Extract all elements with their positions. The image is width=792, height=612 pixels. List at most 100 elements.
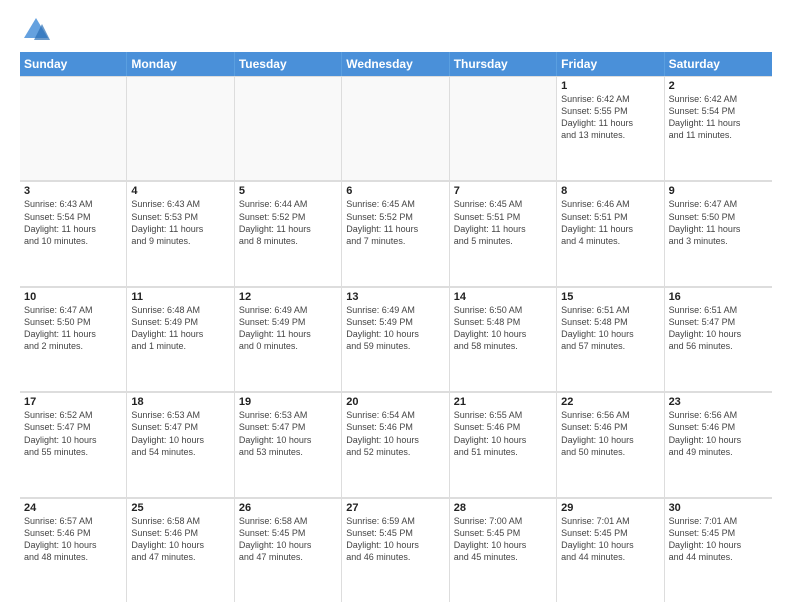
day-cell-27: 27Sunrise: 6:59 AM Sunset: 5:45 PM Dayli… bbox=[342, 498, 449, 602]
day-cell-16: 16Sunrise: 6:51 AM Sunset: 5:47 PM Dayli… bbox=[665, 287, 772, 391]
day-info: Sunrise: 7:01 AM Sunset: 5:45 PM Dayligh… bbox=[669, 515, 768, 564]
day-cell-4: 4Sunrise: 6:43 AM Sunset: 5:53 PM Daylig… bbox=[127, 181, 234, 285]
day-info: Sunrise: 6:58 AM Sunset: 5:45 PM Dayligh… bbox=[239, 515, 337, 564]
day-number: 14 bbox=[454, 291, 552, 303]
day-number: 9 bbox=[669, 185, 768, 197]
day-info: Sunrise: 6:44 AM Sunset: 5:52 PM Dayligh… bbox=[239, 198, 337, 247]
day-info: Sunrise: 6:53 AM Sunset: 5:47 PM Dayligh… bbox=[131, 409, 229, 458]
day-number: 26 bbox=[239, 502, 337, 514]
day-cell-5: 5Sunrise: 6:44 AM Sunset: 5:52 PM Daylig… bbox=[235, 181, 342, 285]
day-number: 16 bbox=[669, 291, 768, 303]
calendar-week-5: 24Sunrise: 6:57 AM Sunset: 5:46 PM Dayli… bbox=[20, 498, 772, 602]
day-cell-26: 26Sunrise: 6:58 AM Sunset: 5:45 PM Dayli… bbox=[235, 498, 342, 602]
empty-cell bbox=[342, 76, 449, 180]
day-number: 11 bbox=[131, 291, 229, 303]
day-cell-3: 3Sunrise: 6:43 AM Sunset: 5:54 PM Daylig… bbox=[20, 181, 127, 285]
day-number: 22 bbox=[561, 396, 659, 408]
calendar-week-1: 1Sunrise: 6:42 AM Sunset: 5:55 PM Daylig… bbox=[20, 76, 772, 181]
logo bbox=[20, 16, 50, 44]
day-info: Sunrise: 6:47 AM Sunset: 5:50 PM Dayligh… bbox=[24, 304, 122, 353]
day-cell-9: 9Sunrise: 6:47 AM Sunset: 5:50 PM Daylig… bbox=[665, 181, 772, 285]
day-info: Sunrise: 6:46 AM Sunset: 5:51 PM Dayligh… bbox=[561, 198, 659, 247]
day-info: Sunrise: 6:57 AM Sunset: 5:46 PM Dayligh… bbox=[24, 515, 122, 564]
day-cell-7: 7Sunrise: 6:45 AM Sunset: 5:51 PM Daylig… bbox=[450, 181, 557, 285]
day-number: 20 bbox=[346, 396, 444, 408]
day-number: 17 bbox=[24, 396, 122, 408]
header-day-saturday: Saturday bbox=[665, 52, 772, 76]
page: SundayMondayTuesdayWednesdayThursdayFrid… bbox=[0, 0, 792, 612]
day-number: 19 bbox=[239, 396, 337, 408]
day-number: 24 bbox=[24, 502, 122, 514]
day-cell-12: 12Sunrise: 6:49 AM Sunset: 5:49 PM Dayli… bbox=[235, 287, 342, 391]
day-number: 29 bbox=[561, 502, 659, 514]
day-info: Sunrise: 6:49 AM Sunset: 5:49 PM Dayligh… bbox=[239, 304, 337, 353]
day-number: 3 bbox=[24, 185, 122, 197]
day-cell-24: 24Sunrise: 6:57 AM Sunset: 5:46 PM Dayli… bbox=[20, 498, 127, 602]
day-cell-18: 18Sunrise: 6:53 AM Sunset: 5:47 PM Dayli… bbox=[127, 392, 234, 496]
day-number: 1 bbox=[561, 80, 659, 92]
day-cell-19: 19Sunrise: 6:53 AM Sunset: 5:47 PM Dayli… bbox=[235, 392, 342, 496]
empty-cell bbox=[127, 76, 234, 180]
day-cell-22: 22Sunrise: 6:56 AM Sunset: 5:46 PM Dayli… bbox=[557, 392, 664, 496]
day-cell-30: 30Sunrise: 7:01 AM Sunset: 5:45 PM Dayli… bbox=[665, 498, 772, 602]
day-info: Sunrise: 6:51 AM Sunset: 5:47 PM Dayligh… bbox=[669, 304, 768, 353]
day-cell-1: 1Sunrise: 6:42 AM Sunset: 5:55 PM Daylig… bbox=[557, 76, 664, 180]
empty-cell bbox=[450, 76, 557, 180]
day-number: 28 bbox=[454, 502, 552, 514]
day-number: 10 bbox=[24, 291, 122, 303]
calendar-body: 1Sunrise: 6:42 AM Sunset: 5:55 PM Daylig… bbox=[20, 76, 772, 602]
logo-icon bbox=[22, 16, 50, 44]
day-number: 15 bbox=[561, 291, 659, 303]
day-number: 23 bbox=[669, 396, 768, 408]
day-cell-10: 10Sunrise: 6:47 AM Sunset: 5:50 PM Dayli… bbox=[20, 287, 127, 391]
calendar-week-3: 10Sunrise: 6:47 AM Sunset: 5:50 PM Dayli… bbox=[20, 287, 772, 392]
day-info: Sunrise: 6:59 AM Sunset: 5:45 PM Dayligh… bbox=[346, 515, 444, 564]
header-day-tuesday: Tuesday bbox=[235, 52, 342, 76]
day-cell-8: 8Sunrise: 6:46 AM Sunset: 5:51 PM Daylig… bbox=[557, 181, 664, 285]
day-cell-29: 29Sunrise: 7:01 AM Sunset: 5:45 PM Dayli… bbox=[557, 498, 664, 602]
calendar-header: SundayMondayTuesdayWednesdayThursdayFrid… bbox=[20, 52, 772, 76]
day-info: Sunrise: 6:49 AM Sunset: 5:49 PM Dayligh… bbox=[346, 304, 444, 353]
day-info: Sunrise: 6:56 AM Sunset: 5:46 PM Dayligh… bbox=[669, 409, 768, 458]
day-number: 13 bbox=[346, 291, 444, 303]
day-cell-23: 23Sunrise: 6:56 AM Sunset: 5:46 PM Dayli… bbox=[665, 392, 772, 496]
day-info: Sunrise: 6:42 AM Sunset: 5:55 PM Dayligh… bbox=[561, 93, 659, 142]
day-cell-21: 21Sunrise: 6:55 AM Sunset: 5:46 PM Dayli… bbox=[450, 392, 557, 496]
day-cell-28: 28Sunrise: 7:00 AM Sunset: 5:45 PM Dayli… bbox=[450, 498, 557, 602]
day-number: 5 bbox=[239, 185, 337, 197]
day-info: Sunrise: 6:45 AM Sunset: 5:52 PM Dayligh… bbox=[346, 198, 444, 247]
header bbox=[20, 16, 772, 44]
day-number: 2 bbox=[669, 80, 768, 92]
day-info: Sunrise: 6:52 AM Sunset: 5:47 PM Dayligh… bbox=[24, 409, 122, 458]
day-info: Sunrise: 6:42 AM Sunset: 5:54 PM Dayligh… bbox=[669, 93, 768, 142]
day-cell-25: 25Sunrise: 6:58 AM Sunset: 5:46 PM Dayli… bbox=[127, 498, 234, 602]
day-number: 8 bbox=[561, 185, 659, 197]
empty-cell bbox=[235, 76, 342, 180]
day-cell-13: 13Sunrise: 6:49 AM Sunset: 5:49 PM Dayli… bbox=[342, 287, 449, 391]
day-cell-15: 15Sunrise: 6:51 AM Sunset: 5:48 PM Dayli… bbox=[557, 287, 664, 391]
day-cell-14: 14Sunrise: 6:50 AM Sunset: 5:48 PM Dayli… bbox=[450, 287, 557, 391]
day-cell-6: 6Sunrise: 6:45 AM Sunset: 5:52 PM Daylig… bbox=[342, 181, 449, 285]
empty-cell bbox=[20, 76, 127, 180]
calendar-week-2: 3Sunrise: 6:43 AM Sunset: 5:54 PM Daylig… bbox=[20, 181, 772, 286]
day-number: 12 bbox=[239, 291, 337, 303]
day-cell-17: 17Sunrise: 6:52 AM Sunset: 5:47 PM Dayli… bbox=[20, 392, 127, 496]
day-number: 27 bbox=[346, 502, 444, 514]
day-number: 6 bbox=[346, 185, 444, 197]
header-day-friday: Friday bbox=[557, 52, 664, 76]
day-info: Sunrise: 6:53 AM Sunset: 5:47 PM Dayligh… bbox=[239, 409, 337, 458]
day-info: Sunrise: 7:01 AM Sunset: 5:45 PM Dayligh… bbox=[561, 515, 659, 564]
day-number: 7 bbox=[454, 185, 552, 197]
day-cell-20: 20Sunrise: 6:54 AM Sunset: 5:46 PM Dayli… bbox=[342, 392, 449, 496]
header-day-thursday: Thursday bbox=[450, 52, 557, 76]
day-info: Sunrise: 7:00 AM Sunset: 5:45 PM Dayligh… bbox=[454, 515, 552, 564]
header-day-monday: Monday bbox=[127, 52, 234, 76]
day-info: Sunrise: 6:50 AM Sunset: 5:48 PM Dayligh… bbox=[454, 304, 552, 353]
calendar: SundayMondayTuesdayWednesdayThursdayFrid… bbox=[20, 52, 772, 602]
day-info: Sunrise: 6:51 AM Sunset: 5:48 PM Dayligh… bbox=[561, 304, 659, 353]
header-day-sunday: Sunday bbox=[20, 52, 127, 76]
day-cell-11: 11Sunrise: 6:48 AM Sunset: 5:49 PM Dayli… bbox=[127, 287, 234, 391]
day-info: Sunrise: 6:45 AM Sunset: 5:51 PM Dayligh… bbox=[454, 198, 552, 247]
day-number: 18 bbox=[131, 396, 229, 408]
day-number: 25 bbox=[131, 502, 229, 514]
